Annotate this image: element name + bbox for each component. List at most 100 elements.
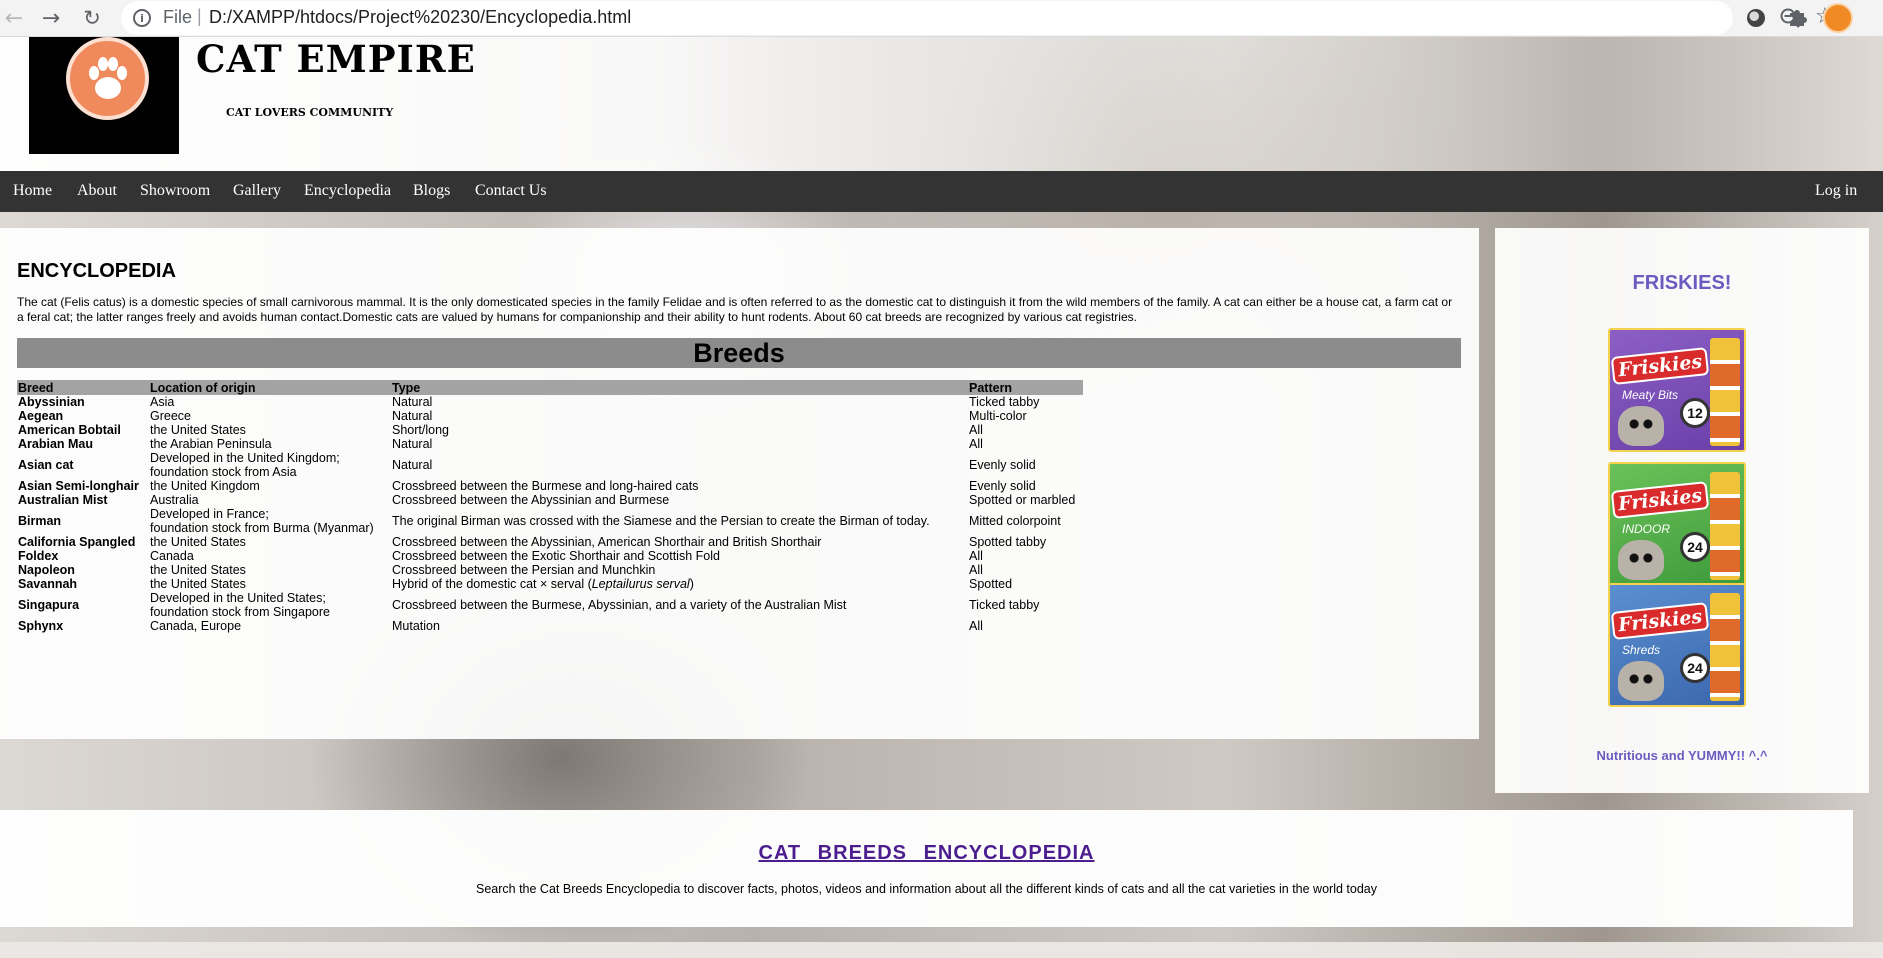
breed-pattern: All: [969, 563, 983, 577]
breed-origin: the United States: [150, 577, 246, 591]
origin-line-2: foundation stock from Asia: [150, 465, 297, 479]
breed-name: Birman: [18, 514, 62, 528]
breed-name: Arabian Mau: [18, 437, 94, 451]
profile-avatar-icon[interactable]: [1823, 3, 1853, 33]
type-text-end: ): [689, 577, 694, 591]
site-header: CAT EMPIRE CAT LOVERS COMMUNITY: [0, 37, 1883, 171]
extensions-puzzle-icon[interactable]: [1786, 6, 1808, 28]
site-info-icon[interactable]: i: [133, 9, 151, 27]
breed-type: Natural: [392, 395, 433, 409]
page-title: ENCYCLOPEDIA: [17, 260, 176, 282]
breed-type: Crossbreed between the Burmese, Abyssini…: [392, 598, 847, 612]
table-row: Napoleon the United States Crossbreed be…: [17, 563, 1083, 577]
back-arrow-icon[interactable]: ←: [0, 4, 28, 32]
breed-origin: Developed in the United States; foundatio…: [149, 591, 391, 619]
cat-face-icon: [1618, 661, 1664, 701]
product-box: Friskies Meaty Bits 12: [1608, 328, 1746, 452]
breeds-heading: Breeds: [17, 338, 1461, 368]
breed-pattern: All: [969, 423, 983, 437]
breed-origin: Canada: [150, 549, 194, 563]
product-box: Friskies INDOOR 24: [1608, 462, 1746, 586]
column-header-origin: Location of origin: [149, 380, 391, 395]
advert-tagline: Nutritious and YUMMY!! ^.^: [1596, 748, 1768, 763]
nav-item-gallery[interactable]: Gallery: [233, 182, 281, 200]
nav-item-home[interactable]: Home: [13, 182, 52, 200]
breed-name: Singapura: [18, 598, 80, 612]
breed-type: Crossbreed between the Persian and Munch…: [392, 563, 656, 577]
breed-pattern: Mitted colorpoint: [969, 514, 1061, 528]
breed-type: Crossbreed between the Abyssinian, Ameri…: [392, 535, 822, 549]
address-bar[interactable]: i File | D:/XAMPP/htdocs/Project%20230/E…: [121, 1, 1835, 35]
origin-line-2: foundation stock from Singapore: [150, 605, 330, 619]
product-image[interactable]: Friskies Meaty Bits 12 Friskies INDOOR 2…: [1608, 328, 1748, 708]
table-row: American Bobtail the United States Short…: [17, 423, 1083, 437]
product-count-badge: 24: [1680, 653, 1710, 683]
url-separator: |: [197, 6, 202, 26]
column-header-breed: Breed: [17, 380, 149, 395]
table-row: Asian cat Developed in the United Kingdo…: [17, 451, 1083, 479]
breed-type: Mutation: [392, 619, 440, 633]
breed-pattern: Evenly solid: [969, 479, 1036, 493]
breed-origin: the United States: [150, 563, 246, 577]
breed-type: Crossbreed between the Exotic Shorthair …: [392, 549, 720, 563]
nav-item-showroom[interactable]: Showroom: [140, 182, 210, 200]
nav-item-about[interactable]: About: [77, 182, 117, 200]
table-row: Sphynx Canada, Europe Mutation All: [17, 619, 1083, 633]
breed-pattern: All: [969, 619, 983, 633]
nav-item-blogs[interactable]: Blogs: [413, 182, 450, 200]
table-row: Foldex Canada Crossbreed between the Exo…: [17, 549, 1083, 563]
encyclopedia-link[interactable]: CAT BREEDS ENCYCLOPEDIA: [0, 842, 1853, 865]
column-header-type: Type: [391, 380, 968, 395]
breed-origin: Australia: [150, 493, 199, 507]
breed-origin: Canada, Europe: [150, 619, 242, 633]
origin-line-1: Developed in the United States;: [150, 591, 326, 605]
breed-type: Natural: [392, 458, 433, 472]
forward-arrow-icon[interactable]: →: [37, 4, 65, 32]
url-scheme-label: File: [163, 7, 193, 27]
breed-name: Asian cat: [18, 458, 74, 472]
nav-item-encyclopedia[interactable]: Encyclopedia: [304, 182, 391, 200]
origin-line-2: foundation stock from Burma (Myanmar): [150, 521, 374, 535]
breed-pattern: All: [969, 437, 983, 451]
breed-type: Natural: [392, 437, 433, 451]
sidebar-advert: FRISKIES! Friskies Meaty Bits 12 Friskie…: [1495, 228, 1869, 793]
breed-pattern: Ticked tabby: [969, 598, 1040, 612]
page-bottom-strip: [0, 942, 1883, 958]
breed-type: The original Birman was crossed with the…: [392, 514, 930, 528]
breed-type: Hybrid of the domestic cat × serval (Lep…: [391, 577, 968, 591]
intro-paragraph: The cat (Felis catus) is a domestic spec…: [17, 295, 1453, 324]
food-cans-image: [1710, 338, 1740, 446]
product-variant: Meaty Bits: [1622, 388, 1679, 402]
column-header-pattern: Pattern: [968, 380, 1083, 395]
nav-item-contact-us[interactable]: Contact Us: [475, 182, 547, 200]
breed-pattern: All: [969, 549, 983, 563]
extension-icon[interactable]: [1747, 9, 1765, 27]
cat-face-icon: [1618, 540, 1664, 580]
browser-toolbar: ← → ↻ i File | D:/XAMPP/htdocs/Project%2…: [0, 0, 1883, 37]
url-text[interactable]: D:/XAMPP/htdocs/Project%20230/Encycloped…: [209, 7, 631, 28]
logo-badge: [66, 37, 149, 120]
origin-line-1: Developed in France;: [150, 507, 269, 521]
breed-name: Asian Semi-longhair: [18, 479, 139, 493]
breed-name: Abyssinian: [18, 395, 85, 409]
breed-name: American Bobtail: [18, 423, 121, 437]
breed-name: Australian Mist: [18, 493, 108, 507]
product-box: Friskies Shreds 24: [1608, 583, 1746, 707]
footer-banner: CAT BREEDS ENCYCLOPEDIA Search the Cat B…: [0, 810, 1853, 927]
breed-name: Foldex: [18, 549, 59, 563]
breed-pattern: Multi-color: [969, 409, 1027, 423]
breed-origin: Developed in France; foundation stock fro…: [149, 507, 391, 535]
product-brand: Friskies: [1610, 347, 1710, 385]
site-logo[interactable]: [29, 37, 179, 154]
advert-title: FRISKIES!: [1632, 272, 1732, 294]
footer-description: Search the Cat Breeds Encyclopedia to di…: [476, 882, 1377, 896]
table-row: Savannah the United States Hybrid of the…: [17, 577, 1083, 591]
table-header-row: Breed Location of origin Type Pattern: [17, 380, 1083, 395]
login-link[interactable]: Log in: [1815, 182, 1857, 200]
table-row: Arabian Mau the Arabian Peninsula Natura…: [17, 437, 1083, 451]
breeds-table: Breed Location of origin Type Pattern Ab…: [17, 380, 1083, 633]
reload-icon[interactable]: ↻: [78, 4, 106, 32]
main-navigation: Home About Showroom Gallery Encyclopedia…: [0, 171, 1883, 212]
breed-name: Napoleon: [18, 563, 75, 577]
breed-name: Aegean: [18, 409, 64, 423]
